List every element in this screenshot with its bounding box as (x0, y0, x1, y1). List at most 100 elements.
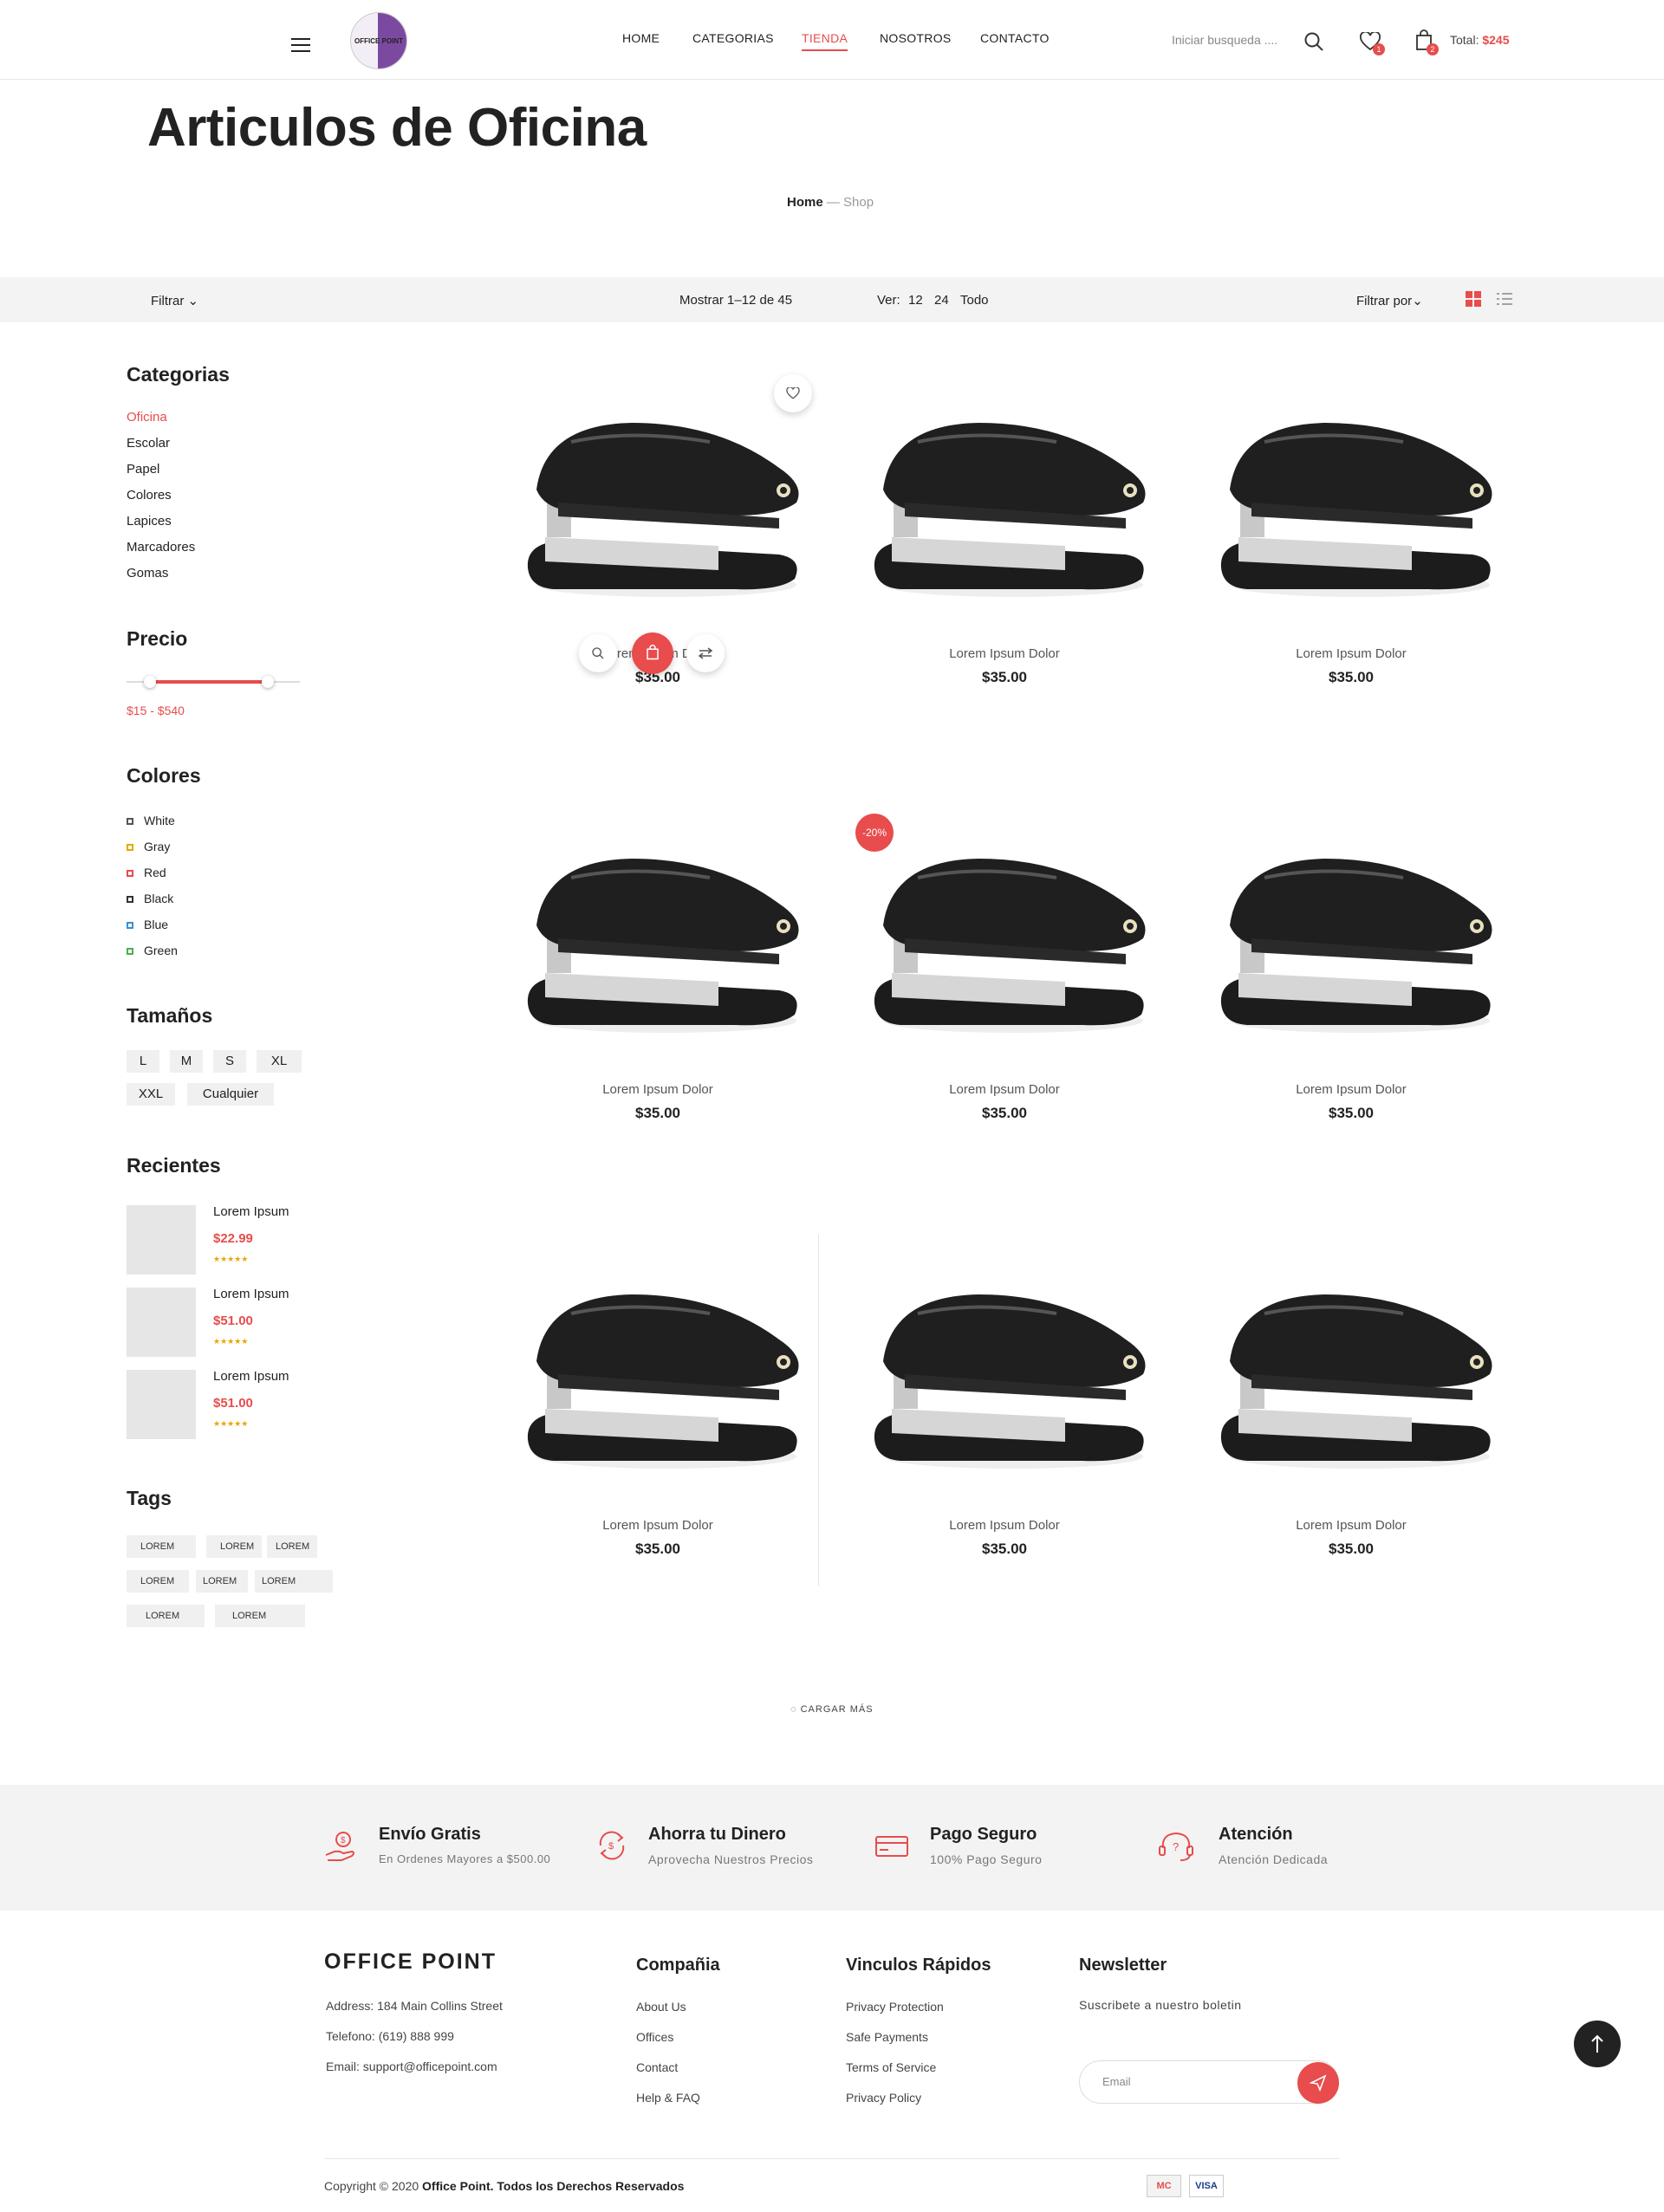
recent-product-thumbnail[interactable] (127, 1205, 196, 1275)
grid-view-icon[interactable] (1466, 291, 1481, 307)
category-escolar[interactable]: Escolar (127, 436, 170, 451)
compare-button[interactable] (686, 634, 725, 672)
recent-product-name[interactable]: Lorem Ipsum (213, 1287, 289, 1301)
category-oficina[interactable]: Oficina (127, 410, 167, 425)
price-slider-min-handle[interactable] (144, 676, 156, 688)
tag-item[interactable]: LOREM (255, 1570, 333, 1593)
color-option-blue[interactable]: Blue (127, 918, 168, 931)
site-logo[interactable]: OFFICE POINT (350, 12, 407, 69)
search-input[interactable]: Iniciar busqueda .... (1172, 33, 1277, 47)
breadcrumb-home[interactable]: Home (787, 195, 823, 210)
product-name[interactable]: Lorem Ipsum Dolor (848, 1082, 1160, 1097)
product-card[interactable]: Lorem Ipsum Dolor$35.00 (502, 355, 814, 762)
footer-link-privacy-protection[interactable]: Privacy Protection (846, 2000, 944, 2014)
product-name[interactable]: Lorem Ipsum Dolor (502, 1082, 814, 1097)
tag-item[interactable]: LOREM (196, 1570, 248, 1593)
scroll-to-top-button[interactable] (1574, 2021, 1621, 2067)
size-xxl[interactable]: XXL (127, 1083, 175, 1106)
footer-link-help[interactable]: Help & FAQ (636, 2091, 700, 2105)
product-name[interactable]: Lorem Ipsum Dolor (848, 646, 1160, 661)
color-option-white[interactable]: White (127, 814, 175, 827)
category-colores[interactable]: Colores (127, 488, 172, 503)
product-image[interactable] (519, 407, 805, 607)
tag-item[interactable]: LOREM (127, 1605, 205, 1627)
tag-item[interactable]: LOREM (127, 1570, 189, 1593)
product-name[interactable]: Lorem Ipsum Dolor (1195, 1082, 1507, 1097)
product-card[interactable]: Lorem Ipsum Dolor$35.00 (1195, 355, 1507, 762)
features-band: $ Envío Gratis En Ordenes Mayores a $500… (0, 1785, 1664, 1910)
quick-view-button[interactable] (579, 634, 617, 672)
product-card[interactable]: Lorem Ipsum Dolor$35.00 (848, 355, 1160, 762)
price-slider-max-handle[interactable] (262, 676, 274, 688)
product-name[interactable]: Lorem Ipsum Dolor (1195, 1518, 1507, 1533)
footer-quick-title: Vinculos Rápidos (846, 1956, 991, 1975)
recent-product-name[interactable]: Lorem Ipsum (213, 1369, 289, 1384)
product-name[interactable]: Lorem Ipsum Dolor (502, 1518, 814, 1533)
product-image[interactable] (519, 1279, 805, 1478)
wishlist-button[interactable] (774, 374, 812, 412)
footer-link-about[interactable]: About Us (636, 2000, 686, 2014)
category-lapices[interactable]: Lapices (127, 514, 172, 529)
product-image[interactable] (866, 1279, 1152, 1478)
color-option-gray[interactable]: Gray (127, 840, 170, 853)
cart-total[interactable]: Total: $245 (1450, 33, 1510, 47)
color-option-green[interactable]: Green (127, 944, 178, 957)
list-view-icon[interactable] (1497, 292, 1512, 306)
wishlist-count-badge: 1 (1373, 43, 1385, 55)
size-xl[interactable]: XL (257, 1050, 302, 1073)
category-papel[interactable]: Papel (127, 462, 159, 477)
product-card[interactable]: Lorem Ipsum Dolor$35.00 (1195, 1227, 1507, 1634)
footer-link-offices[interactable]: Offices (636, 2030, 673, 2044)
recent-product-thumbnail[interactable] (127, 1288, 196, 1357)
nav-contacto[interactable]: CONTACTO (980, 31, 1050, 45)
product-card[interactable]: Lorem Ipsum Dolor$35.00 (502, 1227, 814, 1634)
size-s[interactable]: S (213, 1050, 246, 1073)
tag-item[interactable]: LOREM (267, 1535, 317, 1558)
tag-item[interactable]: LOREM (127, 1535, 196, 1558)
footer-link-privacy-policy[interactable]: Privacy Policy (846, 2091, 921, 2105)
nav-tienda[interactable]: TIENDA (802, 31, 848, 51)
tag-item[interactable]: LOREM (215, 1605, 305, 1627)
product-card[interactable]: Lorem Ipsum Dolor$35.00 (502, 791, 814, 1198)
nav-categorias[interactable]: CATEGORIAS (692, 31, 774, 45)
product-card[interactable]: Lorem Ipsum Dolor$35.00 (1195, 791, 1507, 1198)
nav-nosotros[interactable]: NOSOTROS (880, 31, 952, 45)
view-option-all[interactable]: Todo (960, 293, 989, 308)
product-image[interactable] (1212, 407, 1498, 607)
tag-item[interactable]: LOREM (206, 1535, 262, 1558)
nav-home[interactable]: HOME (622, 31, 660, 45)
add-to-cart-button[interactable] (632, 632, 673, 674)
size-m[interactable]: M (170, 1050, 203, 1073)
load-more-button[interactable]: ◌ CARGAR MÁS (790, 1704, 874, 1715)
menu-icon[interactable] (291, 38, 310, 52)
footer-email[interactable]: Email: support@officepoint.com (326, 2060, 497, 2073)
product-image[interactable] (866, 843, 1152, 1042)
category-gomas[interactable]: Gomas (127, 566, 168, 581)
size-l[interactable]: L (127, 1050, 159, 1073)
view-option-12[interactable]: 12 (908, 293, 923, 308)
newsletter-submit-button[interactable] (1297, 2062, 1339, 2104)
product-card[interactable]: Lorem Ipsum Dolor$35.00 (848, 1227, 1160, 1634)
recent-product-name[interactable]: Lorem Ipsum (213, 1204, 289, 1219)
color-option-red[interactable]: Red (127, 866, 166, 879)
category-marcadores[interactable]: Marcadores (127, 540, 195, 555)
footer-link-safe-payments[interactable]: Safe Payments (846, 2030, 928, 2044)
product-image[interactable] (1212, 843, 1498, 1042)
color-swatch (127, 844, 133, 852)
size-any[interactable]: Cualquier (187, 1083, 274, 1106)
color-option-black[interactable]: Black (127, 892, 173, 905)
recent-product-thumbnail[interactable] (127, 1370, 196, 1439)
product-name[interactable]: Lorem Ipsum Dolor (848, 1518, 1160, 1533)
product-card[interactable]: Lorem Ipsum Dolor $35.00 -20% (848, 791, 1160, 1198)
product-name[interactable]: Lorem Ipsum Dolor (1195, 646, 1507, 661)
sort-dropdown[interactable]: Filtrar por⌄ (1356, 293, 1423, 308)
money-cycle-icon: $ (599, 1831, 625, 1860)
view-option-24[interactable]: 24 (934, 293, 949, 308)
product-image[interactable] (866, 407, 1152, 607)
filter-dropdown[interactable]: Filtrar ⌄ (151, 293, 198, 308)
search-icon[interactable] (1303, 31, 1324, 52)
product-image[interactable] (519, 843, 805, 1042)
product-image[interactable] (1212, 1279, 1498, 1478)
footer-link-terms[interactable]: Terms of Service (846, 2060, 936, 2074)
footer-link-contact[interactable]: Contact (636, 2060, 678, 2074)
